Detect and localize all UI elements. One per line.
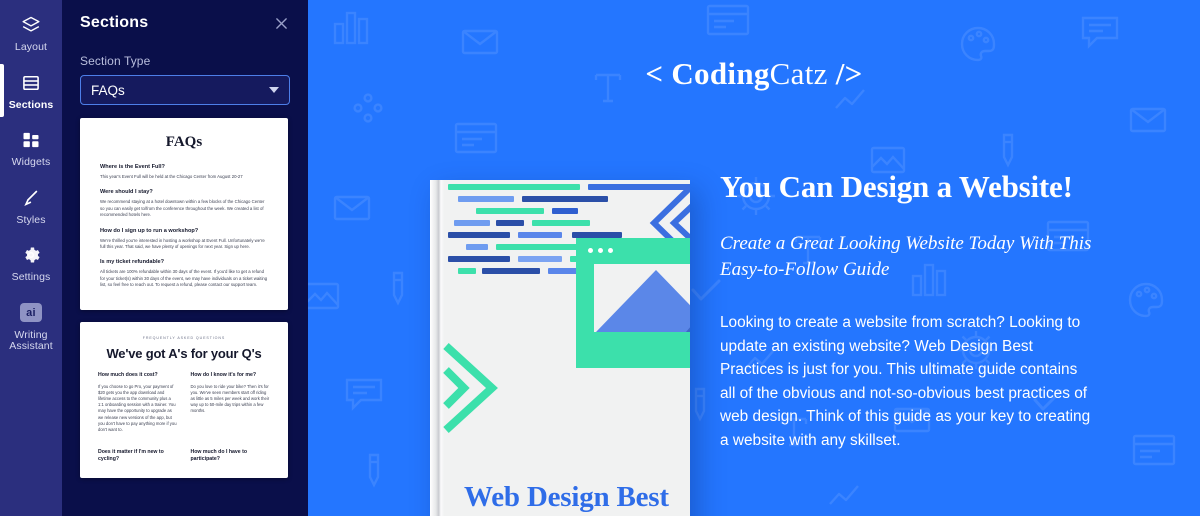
sections-panel: Sections Section Type FAQs FAQs Where is… <box>62 0 308 516</box>
rail-item-label: Styles <box>16 213 46 226</box>
site-logo: < CodingCatz /> <box>308 56 1200 92</box>
faq-question: Were should I stay? <box>100 189 153 196</box>
faq-question: How much do I have to participate? <box>190 449 248 463</box>
layers-icon <box>21 13 41 37</box>
faq-item: Is my ticket refundable? All tickets are… <box>100 259 268 288</box>
left-icon-rail: Layout Sections Widgets Styles Settings … <box>0 0 62 516</box>
ai-badge-text: ai <box>20 303 42 322</box>
app-root: Layout Sections Widgets Styles Settings … <box>0 0 1200 516</box>
sections-icon <box>21 71 41 95</box>
chevron-down-icon <box>269 87 279 93</box>
widgets-icon <box>21 128 41 152</box>
faq-item: Does it matter if I'm new to cycling? <box>98 449 178 468</box>
faq-question: Does it matter if I'm new to cycling? <box>98 449 164 463</box>
rail-item-widgets[interactable]: Widgets <box>0 119 62 177</box>
section-type-value: FAQs <box>91 82 125 98</box>
rail-item-settings[interactable]: Settings <box>0 234 62 292</box>
logo-bold-word: Coding <box>671 56 770 91</box>
template-card-list: FAQs Where is the Event Full? This year'… <box>80 118 290 479</box>
panel-title: Sections <box>80 14 149 31</box>
faq-item: How much do I have to participate? <box>191 449 271 468</box>
rail-item-writing-assistant[interactable]: ai Writing Assistant <box>0 292 62 361</box>
window-dots-icon <box>588 248 613 253</box>
faq-item: Were should I stay? We recommend staying… <box>100 189 268 218</box>
faq-item: How do I sign up to run a workshop? We'r… <box>100 228 268 251</box>
book-cover: Web Design Best Practices Kimberly Johns… <box>430 180 690 516</box>
ai-badge-icon: ai <box>20 301 42 325</box>
gear-icon <box>21 243 41 267</box>
card-title: FAQs <box>165 134 203 150</box>
section-type-label: Section Type <box>80 54 151 68</box>
logo-open-bracket: < <box>645 56 664 91</box>
rail-item-label: Sections <box>8 98 54 111</box>
rail-item-label: Layout <box>14 41 48 53</box>
faqs-template-card[interactable]: FAQs Where is the Event Full? This year'… <box>80 118 288 310</box>
book-figure: Web Design Best Practices Kimberly Johns… <box>420 128 720 516</box>
faq-item: How much does it cost? If you choose to … <box>98 372 178 434</box>
browser-window-graphic <box>576 238 690 368</box>
hero-row: Web Design Best Practices Kimberly Johns… <box>308 128 1200 516</box>
faq-question: Is my ticket refundable? <box>100 259 165 266</box>
rail-item-label: Settings <box>11 271 51 283</box>
logo-thin-word: Catz <box>769 56 828 91</box>
hero-subheadline: Create a Great Looking Website Today Wit… <box>720 233 1092 280</box>
rail-item-label: Widgets <box>11 156 51 168</box>
faq-answer: We're thrilled you're interested in host… <box>100 237 265 250</box>
rail-item-layout[interactable]: Layout <box>0 4 62 62</box>
book-title: Web Design Best Practices <box>464 481 669 516</box>
faq-answer: Do you love to ride your bike? Then it's… <box>190 383 270 414</box>
qa-grid-row-2: Does it matter if I'm new to cycling? Ho… <box>98 449 270 468</box>
qa-template-card[interactable]: FREQUENTLY ASKED QUESTIONS We've got A's… <box>80 321 288 479</box>
card-title: We've got A's for your Q's <box>106 345 262 361</box>
faq-question: How do I sign up to run a workshop? <box>100 227 199 234</box>
panel-header: Sections <box>80 0 290 42</box>
logo-close-bracket: /> <box>835 56 863 91</box>
chevron-green-graphic <box>442 340 500 441</box>
rail-item-styles[interactable]: Styles <box>0 177 62 235</box>
hero-body-text: Looking to create a website from scratch… <box>720 314 1091 449</box>
hero-copy: You Can Design a Website! Create a Great… <box>720 128 1120 453</box>
faq-question: How much does it cost? <box>98 371 158 378</box>
qa-grid: How much does it cost? If you choose to … <box>98 372 270 434</box>
close-icon[interactable] <box>272 14 290 32</box>
faq-answer: This year's Event Full will be held at t… <box>100 174 243 179</box>
rail-item-label: Writing Assistant <box>9 328 53 352</box>
window-content <box>594 264 690 332</box>
faq-answer: If you choose to go Pro, your payment of… <box>98 383 177 433</box>
faq-answer: All tickets are 100% refundable within 3… <box>100 269 268 288</box>
faq-answer: We recommend staying at a hotel downtown… <box>100 199 265 218</box>
mountain-shape-large <box>596 270 690 332</box>
faq-item: How do I know it's for me? Do you love t… <box>191 372 271 434</box>
paintbrush-icon <box>21 186 41 210</box>
card-kicker: FREQUENTLY ASKED QUESTIONS <box>142 335 226 340</box>
page-canvas[interactable]: < CodingCatz /> Web Design Best You Can … <box>308 0 1200 516</box>
mountain-shape-small <box>686 294 690 332</box>
faq-question: How do I know it's for me? <box>190 371 257 378</box>
section-type-select[interactable]: FAQs <box>80 75 290 105</box>
faq-item: Where is the Event Full? This year's Eve… <box>100 164 268 180</box>
rail-item-sections[interactable]: Sections <box>0 62 62 120</box>
hero-headline: You Can Design a Website! <box>720 169 1073 204</box>
faq-question: Where is the Event Full? <box>100 164 165 170</box>
